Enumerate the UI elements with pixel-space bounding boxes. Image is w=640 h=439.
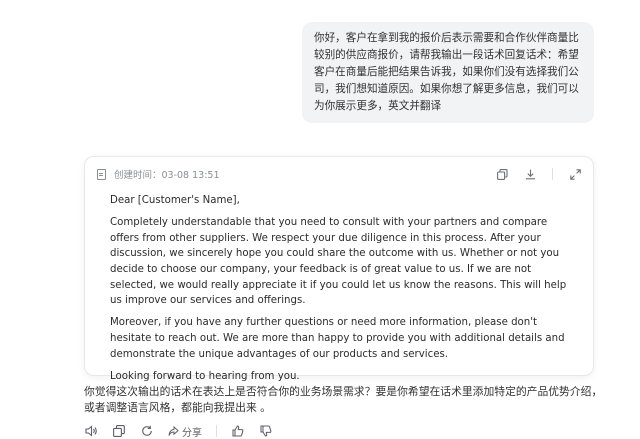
thumbs-down-icon[interactable] [259, 424, 273, 438]
document-icon [97, 168, 106, 180]
user-message-text: 你好，客户在拿到我的报价后表示需要和合作伙伴商量比较别的供应商报价，请帮我输出一… [314, 32, 579, 112]
share-icon [168, 425, 179, 436]
share-button[interactable]: 分享 [168, 424, 202, 439]
thumbs-up-icon[interactable] [231, 424, 245, 438]
refresh-icon[interactable] [140, 424, 154, 438]
speaker-icon[interactable] [84, 424, 98, 438]
message-actions: 分享 [84, 423, 273, 439]
card-body: Dear [Customer's Name], Completely under… [110, 193, 570, 391]
divider [216, 425, 217, 437]
card-actions [496, 168, 581, 180]
copy-icon[interactable] [112, 424, 126, 438]
body-paragraph: Moreover, if you have any further questi… [110, 317, 565, 360]
divider [552, 168, 553, 180]
card-header: 创建时间：03-08 13:51 [97, 165, 581, 183]
user-message-bubble: 你好，客户在拿到我的报价后表示需要和合作伙伴商量比较别的供应商报价，请帮我输出一… [302, 22, 594, 123]
created-time: 创建时间：03-08 13:51 [114, 170, 220, 181]
closing: Looking forward to hearing from you. [110, 370, 300, 382]
assistant-followup-text: 你觉得这次输出的话术在表达上是否符合你的业务场景需求？要是你希望在话术里添加特定… [84, 385, 603, 414]
expand-icon[interactable] [569, 168, 581, 180]
share-label: 分享 [182, 427, 202, 439]
body-paragraph: Completely understandable that you need … [110, 217, 567, 307]
download-icon[interactable] [524, 168, 536, 180]
response-card: 创建时间：03-08 13:51 Dear [Customer's Name],… [84, 156, 594, 382]
greeting: Dear [Customer's Name], [110, 195, 240, 206]
copy-icon[interactable] [496, 168, 508, 180]
